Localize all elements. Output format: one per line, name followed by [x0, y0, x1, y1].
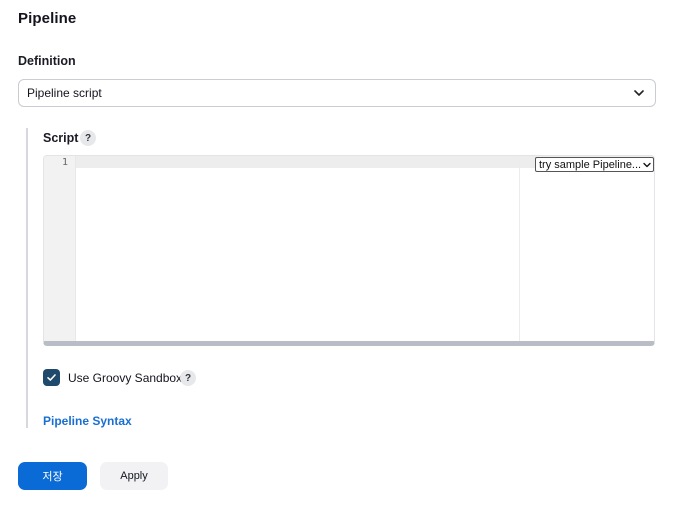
apply-button[interactable]: Apply [100, 462, 168, 490]
save-button[interactable]: 저장 [18, 462, 87, 490]
groovy-sandbox-checkbox[interactable] [43, 369, 60, 386]
print-margin [519, 156, 520, 341]
definition-label: Definition [18, 54, 76, 68]
pipeline-config-panel: Pipeline Definition Pipeline script Scri… [0, 0, 680, 510]
groovy-sandbox-label[interactable]: Use Groovy Sandbox [68, 371, 182, 385]
chevron-down-icon [634, 90, 644, 96]
definition-select-value: Pipeline script [27, 86, 102, 100]
sample-pipeline-select-value: try sample Pipeline... [539, 158, 642, 171]
script-editor[interactable]: 1 [43, 155, 655, 346]
code-input-area[interactable] [76, 168, 519, 341]
section-title: Pipeline [18, 10, 77, 27]
nested-section-divider [26, 128, 28, 428]
definition-select[interactable]: Pipeline script [18, 79, 656, 107]
sample-pipeline-select[interactable]: try sample Pipeline... [535, 157, 654, 172]
pipeline-syntax-link[interactable]: Pipeline Syntax [43, 414, 132, 428]
sandbox-help-icon[interactable]: ? [180, 370, 196, 386]
chevron-down-icon [643, 162, 651, 168]
script-label: Script [43, 131, 79, 145]
editor-gutter: 1 [44, 156, 76, 341]
checkmark-icon [47, 374, 56, 381]
script-help-icon[interactable]: ? [80, 130, 96, 146]
line-number: 1 [61, 157, 68, 168]
